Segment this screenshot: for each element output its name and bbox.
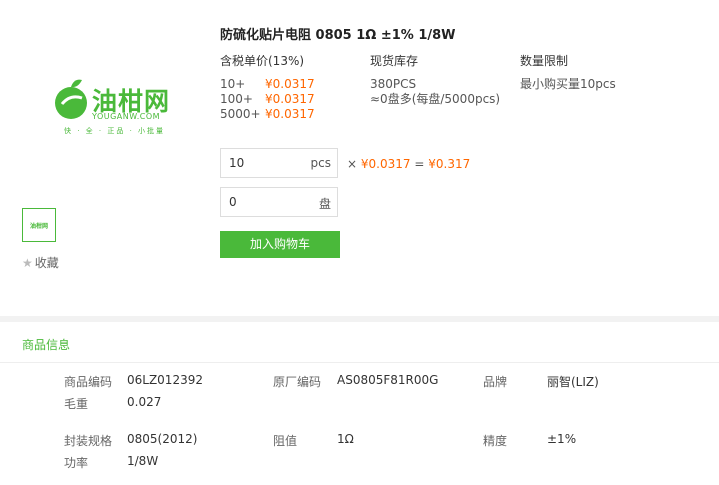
stock-header: 现货库存 <box>370 54 419 68</box>
favorite-label: 收藏 <box>34 256 59 270</box>
pcs-unit: pcs <box>310 156 331 170</box>
label-factory-code: 原厂编码 <box>273 375 322 389</box>
favorite-button[interactable]: ★ 收藏 <box>22 254 59 271</box>
limit-header: 数量限制 <box>520 54 569 68</box>
value-brand: 丽智(LIZ) <box>547 375 599 389</box>
label-gross-weight: 毛重 <box>64 397 89 411</box>
label-product-code: 商品编码 <box>64 375 113 389</box>
value-power: 1/8W <box>127 454 159 468</box>
value-gross-weight: 0.027 <box>127 395 162 409</box>
value-tolerance: ±1% <box>547 432 577 446</box>
price-header: 含税单价(13%) <box>220 54 305 68</box>
tier-price: ¥0.0317 <box>265 92 315 106</box>
add-to-cart-button[interactable]: 加入购物车 <box>220 231 340 258</box>
value-product-code: 06LZ012392 <box>127 373 203 387</box>
stock-quantity: 380PCS <box>370 77 417 91</box>
label-resistance: 阻值 <box>273 434 298 448</box>
product-thumbnail[interactable]: 油柑网 <box>22 208 56 242</box>
youganw-logo-icon[interactable] <box>52 76 90 122</box>
equals-sign: = <box>414 157 425 171</box>
label-tolerance: 精度 <box>483 434 508 448</box>
calc-unit-price: ¥0.0317 <box>360 157 411 171</box>
tier-qty: 5000+ <box>220 107 261 121</box>
price-tier-price-list: ¥0.0317 ¥0.0317 ¥0.0317 <box>265 77 315 122</box>
product-title: 防硫化贴片电阻 0805 1Ω ±1% 1/8W <box>220 28 456 43</box>
product-info-title: 商品信息 <box>22 338 71 352</box>
stock-info: 380PCS ≈0盘多(每盘/5000pcs) <box>370 77 500 107</box>
times-sign: × <box>347 157 358 171</box>
logo-slogan: 快 · 全 · 正品 · 小批量 <box>64 127 166 135</box>
label-power: 功率 <box>64 456 89 470</box>
logo-domain: YOUGANW.COM <box>92 112 161 121</box>
label-package: 封装规格 <box>64 434 113 448</box>
tier-qty: 100+ <box>220 92 253 106</box>
value-package: 0805(2012) <box>127 432 198 446</box>
quantity-reel-input[interactable]: 0 盘 <box>220 187 338 217</box>
value-factory-code: AS0805F81R00G <box>337 373 439 387</box>
tier-qty: 10+ <box>220 77 246 91</box>
pcs-value: 10 <box>229 156 245 170</box>
reel-unit: 盘 <box>318 197 331 211</box>
reel-value: 0 <box>229 195 237 209</box>
quantity-pcs-input[interactable]: 10 pcs <box>220 148 338 178</box>
section-underline <box>0 362 719 363</box>
thumbnail-logo: 油柑网 <box>30 223 49 230</box>
min-order: 最小购买量10pcs <box>520 77 616 91</box>
label-brand: 品牌 <box>483 375 508 389</box>
section-divider <box>0 316 719 322</box>
value-resistance: 1Ω <box>337 432 354 446</box>
star-icon: ★ <box>22 256 33 270</box>
tier-price: ¥0.0317 <box>265 107 315 121</box>
stock-reels: ≈0盘多(每盘/5000pcs) <box>370 92 501 106</box>
price-tier-qty-list: 10+ 100+ 5000+ <box>220 77 261 122</box>
price-calculation: × ¥0.0317 = ¥0.317 <box>347 157 470 171</box>
tier-price: ¥0.0317 <box>265 77 315 91</box>
calc-total: ¥0.317 <box>428 157 471 171</box>
